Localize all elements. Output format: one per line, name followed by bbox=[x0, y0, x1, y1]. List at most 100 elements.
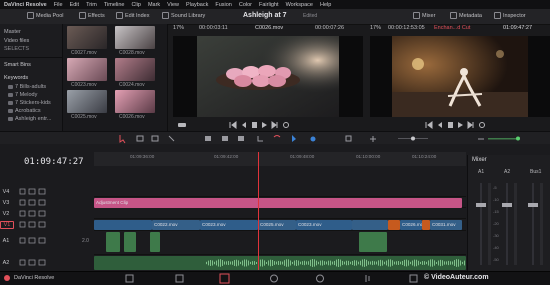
disable-track-icon[interactable] bbox=[38, 199, 46, 206]
sound-library-button[interactable]: Sound Library bbox=[162, 12, 205, 19]
clip-thumbnail[interactable] bbox=[115, 26, 155, 49]
program-play-icon[interactable] bbox=[458, 122, 463, 128]
video-clip[interactable]: C0031.mov bbox=[430, 220, 462, 230]
source-viewer[interactable] bbox=[173, 36, 363, 117]
insert-clip-icon[interactable] bbox=[205, 136, 211, 141]
video-clip[interactable] bbox=[94, 220, 152, 230]
program-first-frame-icon[interactable] bbox=[425, 121, 433, 129]
menu-mark[interactable]: Mark bbox=[148, 2, 160, 8]
lock-track-icon[interactable] bbox=[19, 188, 26, 195]
keywords-folder[interactable]: Keywords bbox=[4, 75, 28, 81]
menu-view[interactable]: View bbox=[167, 2, 179, 8]
selection-tool-icon[interactable] bbox=[119, 135, 126, 144]
smart-bin-item[interactable]: 7 Stickers-kids bbox=[8, 100, 51, 106]
lock-track-icon[interactable] bbox=[19, 210, 26, 217]
video-clip-selected[interactable] bbox=[388, 220, 400, 230]
color-page-icon[interactable] bbox=[316, 274, 324, 283]
program-viewer[interactable] bbox=[370, 36, 550, 117]
lock-track-icon[interactable] bbox=[19, 221, 26, 228]
edit-page-icon[interactable] bbox=[219, 273, 230, 284]
clip-thumbnail[interactable] bbox=[67, 26, 107, 49]
fader-handle[interactable] bbox=[476, 203, 486, 207]
blade-tool-icon[interactable] bbox=[168, 135, 175, 142]
bin-video-files[interactable]: Video files bbox=[4, 38, 29, 44]
menu-fusion[interactable]: Fusion bbox=[215, 2, 232, 8]
solo-icon[interactable] bbox=[28, 237, 36, 244]
edit-index-button[interactable]: Edit Index bbox=[116, 12, 149, 19]
metadata-button[interactable]: Metadata bbox=[450, 12, 482, 19]
smart-bin-item[interactable]: Ashleigh entr... bbox=[8, 116, 51, 122]
audio-clip[interactable] bbox=[106, 232, 120, 252]
disable-track-icon[interactable] bbox=[38, 210, 46, 217]
volume-handle[interactable] bbox=[516, 136, 520, 141]
inspector-button[interactable]: Inspector bbox=[494, 12, 526, 19]
mute-icon[interactable] bbox=[38, 259, 46, 266]
fairlight-page-icon[interactable] bbox=[365, 275, 370, 282]
video-clip[interactable]: C0023.mov bbox=[296, 220, 352, 230]
zoom-in-icon[interactable] bbox=[370, 136, 376, 142]
overwrite-clip-icon[interactable] bbox=[222, 136, 228, 141]
menu-trim[interactable]: Trim bbox=[86, 2, 97, 8]
smart-bin-item[interactable]: Acrobatics bbox=[8, 108, 41, 114]
dynamic-trim-icon[interactable] bbox=[151, 135, 159, 142]
program-reverse-icon[interactable] bbox=[438, 122, 442, 128]
menu-edit[interactable]: Edit bbox=[70, 2, 79, 8]
clip-thumbnail[interactable] bbox=[67, 90, 107, 113]
video-clip[interactable]: C0025.mov bbox=[258, 220, 296, 230]
audio-clip[interactable] bbox=[150, 232, 160, 252]
bin-selects[interactable]: SELECTS bbox=[4, 46, 29, 52]
video-clip[interactable] bbox=[352, 220, 388, 230]
source-last-frame-icon[interactable] bbox=[271, 121, 278, 129]
snapping-icon[interactable] bbox=[257, 136, 263, 142]
fader-track[interactable] bbox=[532, 183, 534, 265]
menu-help[interactable]: Help bbox=[320, 2, 331, 8]
zoom-detail-icon[interactable] bbox=[345, 135, 352, 142]
auto-select-icon[interactable] bbox=[28, 188, 36, 195]
video-clip[interactable]: C0023.mov bbox=[200, 220, 258, 230]
source-play-icon[interactable] bbox=[262, 122, 267, 128]
zoom-slider-handle[interactable] bbox=[411, 136, 415, 141]
clip-thumbnail[interactable] bbox=[115, 58, 155, 81]
mixer-button[interactable]: Mixer bbox=[413, 12, 435, 19]
replace-clip-icon[interactable] bbox=[238, 136, 244, 141]
volume-slider[interactable] bbox=[488, 138, 518, 140]
menu-fairlight[interactable]: Fairlight bbox=[259, 2, 279, 8]
bin-master[interactable]: Master bbox=[4, 29, 21, 35]
disable-track-icon[interactable] bbox=[38, 188, 46, 195]
mute-icon[interactable] bbox=[38, 237, 46, 244]
fader-handle[interactable] bbox=[528, 203, 538, 207]
media-pool-button[interactable]: Media Pool bbox=[27, 12, 64, 19]
fusion-page-icon[interactable] bbox=[270, 274, 278, 283]
audio-clip[interactable] bbox=[359, 232, 387, 252]
source-scrub-icon[interactable] bbox=[178, 123, 186, 127]
media-page-icon[interactable] bbox=[125, 274, 134, 283]
source-reverse-icon[interactable] bbox=[242, 122, 246, 128]
clip-thumbnail[interactable] bbox=[115, 90, 155, 113]
menu-timeline[interactable]: Timeline bbox=[104, 2, 125, 8]
lock-track-icon[interactable] bbox=[19, 237, 26, 244]
source-zoom[interactable]: 17% bbox=[173, 25, 184, 31]
linked-selection-icon[interactable] bbox=[273, 135, 281, 138]
lock-track-icon[interactable] bbox=[19, 199, 26, 206]
fader-track[interactable] bbox=[480, 183, 482, 265]
program-loop-icon[interactable] bbox=[479, 122, 485, 128]
disable-track-icon[interactable] bbox=[38, 221, 46, 228]
menu-playback[interactable]: Playback bbox=[186, 2, 208, 8]
music-clip[interactable] bbox=[94, 256, 466, 270]
audio-clip[interactable] bbox=[124, 232, 136, 252]
source-first-frame-icon[interactable] bbox=[229, 121, 237, 129]
adjustment-clip[interactable]: Adjustment Clip bbox=[94, 198, 462, 208]
solo-icon[interactable] bbox=[28, 259, 36, 266]
menu-app[interactable]: DaVinci Resolve bbox=[4, 2, 47, 8]
program-last-frame-icon[interactable] bbox=[467, 121, 474, 129]
menu-file[interactable]: File bbox=[54, 2, 63, 8]
menu-color[interactable]: Color bbox=[239, 2, 252, 8]
effects-button[interactable]: Effects bbox=[79, 12, 105, 19]
auto-select-icon[interactable] bbox=[28, 199, 36, 206]
menu-clip[interactable]: Clip bbox=[131, 2, 140, 8]
smart-bin-item[interactable]: 7 Melody bbox=[8, 92, 37, 98]
video-clip[interactable]: C0026.mov bbox=[400, 220, 422, 230]
cut-page-icon[interactable] bbox=[175, 274, 184, 283]
deliver-page-icon[interactable] bbox=[409, 274, 418, 283]
auto-select-icon[interactable] bbox=[28, 221, 36, 228]
